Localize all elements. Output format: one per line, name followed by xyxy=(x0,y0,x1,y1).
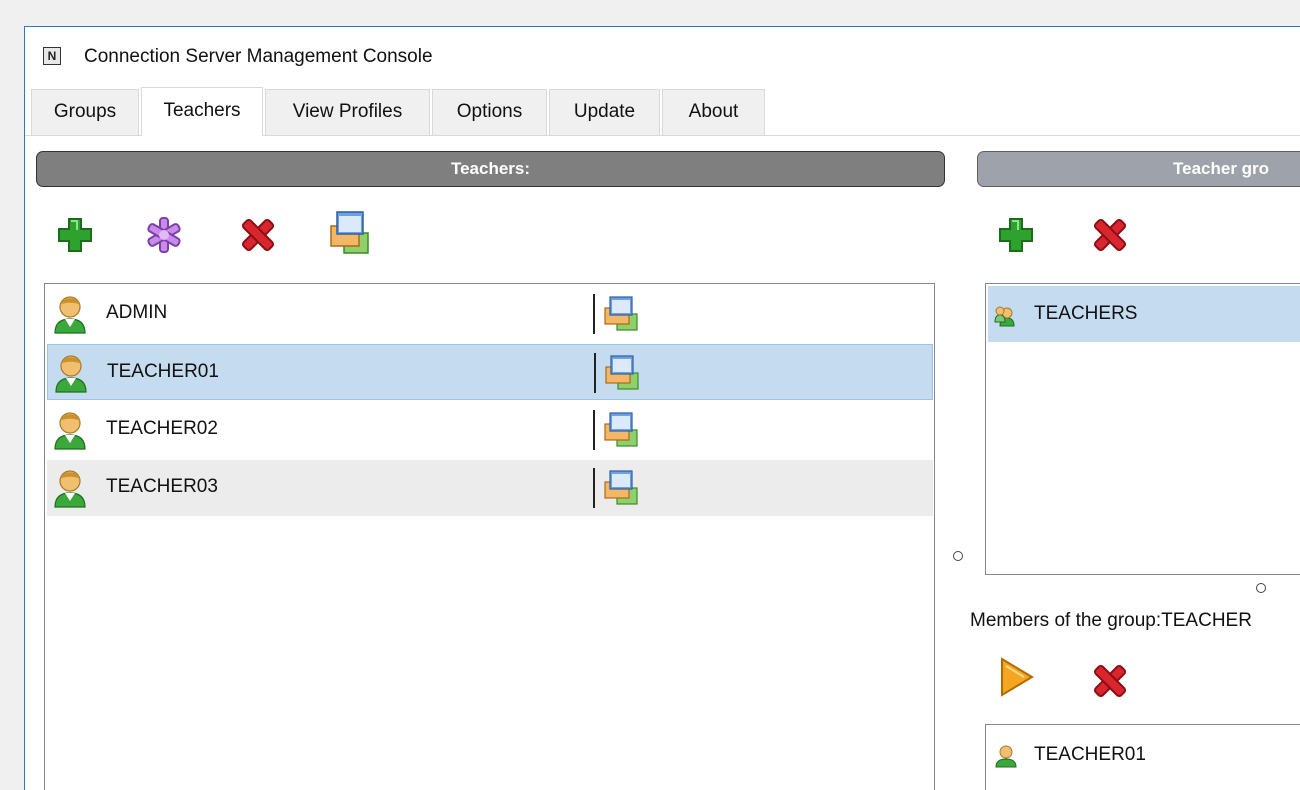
user-icon xyxy=(54,296,86,334)
assign-profile-button[interactable] xyxy=(326,209,374,257)
add-teacher-button[interactable] xyxy=(53,213,97,257)
members-of-group-label: Members of the group:TEACHER xyxy=(970,610,1252,631)
teacher-groups-panel-header: Teacher gro xyxy=(977,151,1300,187)
tab-bar: Groups Teachers View Profiles Options Up… xyxy=(25,85,1300,136)
teacher-name: TEACHER02 xyxy=(106,418,218,439)
teacher-row-teacher03[interactable]: TEACHER03 xyxy=(47,460,933,516)
play-icon xyxy=(1001,657,1034,697)
add-icon xyxy=(58,218,92,252)
delete-member-button[interactable] xyxy=(1088,659,1132,703)
main-window: N Connection Server Management Console G… xyxy=(24,26,1300,790)
tab-view-profiles[interactable]: View Profiles xyxy=(265,89,430,135)
vertical-splitter-handle[interactable] xyxy=(1256,583,1266,593)
teacher-groups-list[interactable]: TEACHERS xyxy=(985,283,1300,575)
teachers-panel-header: Teachers: xyxy=(36,151,945,187)
teachers-list[interactable]: ADMIN TEACHER01 TEACHER02 TEACHER03 xyxy=(44,283,935,790)
column-separator xyxy=(593,410,595,450)
profile-window-icon[interactable] xyxy=(601,412,641,448)
column-separator xyxy=(594,353,596,393)
delete-icon xyxy=(241,218,275,252)
delete-icon xyxy=(1093,664,1127,698)
edit-star-icon xyxy=(147,217,181,253)
window-title: Connection Server Management Console xyxy=(84,46,433,67)
group-row-teachers[interactable]: TEACHERS xyxy=(988,286,1300,342)
member-name: TEACHER01 xyxy=(1034,744,1146,765)
teacher-name: TEACHER03 xyxy=(106,476,218,497)
tab-about[interactable]: About xyxy=(662,89,765,135)
delete-group-button[interactable] xyxy=(1088,213,1132,257)
teacher-row-admin[interactable]: ADMIN xyxy=(47,286,933,342)
group-name: TEACHERS xyxy=(1034,303,1138,324)
teacher-name: TEACHER01 xyxy=(107,361,219,382)
app-logo-icon: N xyxy=(43,47,61,65)
tab-update[interactable]: Update xyxy=(549,89,660,135)
teacher-row-teacher02[interactable]: TEACHER02 xyxy=(47,402,933,458)
tab-groups[interactable]: Groups xyxy=(31,89,139,135)
profile-window-icon[interactable] xyxy=(602,355,642,391)
group-members-list[interactable]: TEACHER01 xyxy=(985,724,1300,790)
teacher-row-teacher01[interactable]: TEACHER01 xyxy=(47,344,933,400)
user-icon xyxy=(55,355,87,393)
profile-window-icon[interactable] xyxy=(601,296,641,332)
user-icon xyxy=(54,470,86,508)
user-group-icon xyxy=(994,306,1015,327)
member-row-teacher01[interactable]: TEACHER01 xyxy=(988,727,1300,783)
user-icon xyxy=(995,745,1017,768)
delete-icon xyxy=(1093,218,1127,252)
column-separator xyxy=(593,468,595,508)
delete-teacher-button[interactable] xyxy=(236,213,280,257)
column-separator xyxy=(593,294,595,334)
add-member-button[interactable] xyxy=(994,655,1038,699)
horizontal-splitter-handle[interactable] xyxy=(953,551,963,561)
tab-teachers[interactable]: Teachers xyxy=(141,87,263,136)
user-icon xyxy=(54,412,86,450)
profile-window-icon xyxy=(330,211,369,254)
profile-window-icon[interactable] xyxy=(601,470,641,506)
add-group-button[interactable] xyxy=(994,213,1038,257)
edit-teacher-button[interactable] xyxy=(142,213,186,257)
add-icon xyxy=(999,218,1033,252)
teacher-name: ADMIN xyxy=(106,302,168,323)
tab-options[interactable]: Options xyxy=(432,89,547,135)
title-bar: N Connection Server Management Console xyxy=(25,27,1300,85)
